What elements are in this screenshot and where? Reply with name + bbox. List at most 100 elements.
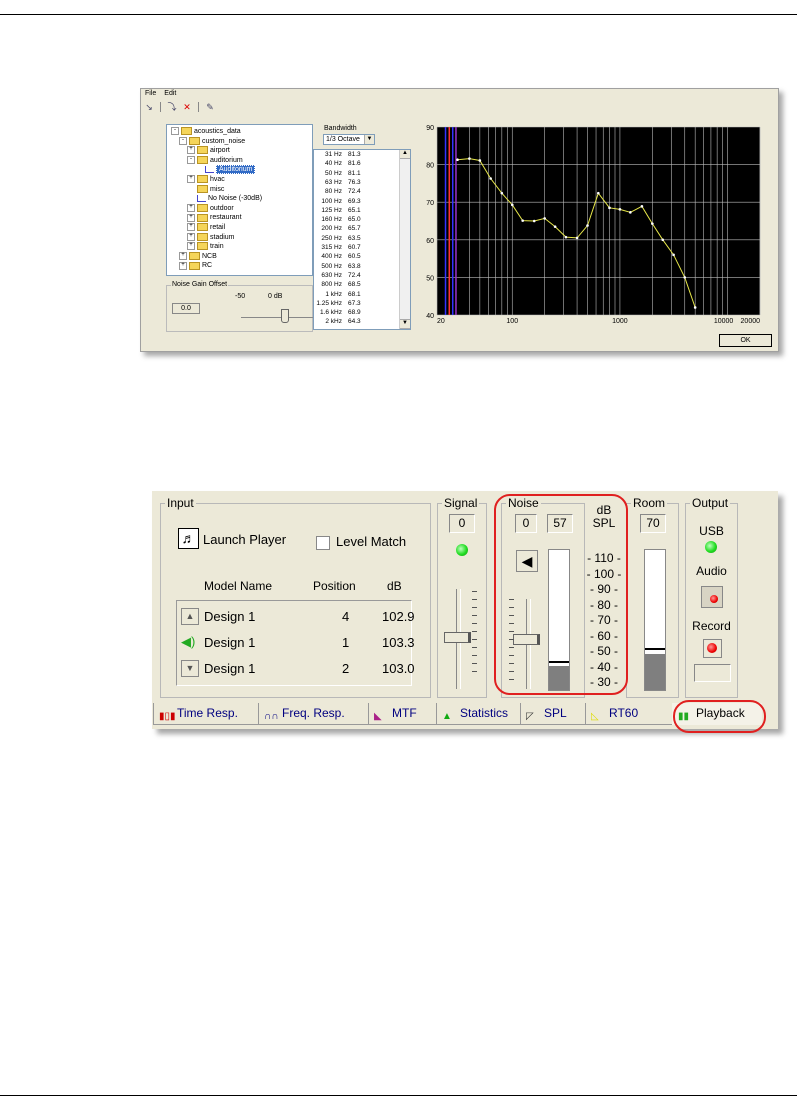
expand-icon[interactable]: + bbox=[179, 251, 187, 260]
list-item[interactable]: 200 Hz 65.7 bbox=[314, 225, 398, 233]
band-level[interactable]: 72.4 bbox=[348, 188, 378, 196]
table-row[interactable]: ▼ Design 1 2 103.0 bbox=[177, 659, 415, 679]
tree-node[interactable]: + hvac bbox=[187, 175, 225, 184]
tree-node[interactable]: + RC bbox=[179, 261, 212, 270]
band-level[interactable]: 81.1 bbox=[348, 170, 378, 178]
expand-icon[interactable]: + bbox=[187, 213, 195, 222]
signal-slider-thumb[interactable] bbox=[444, 632, 471, 643]
tab-rt60[interactable]: ◺ RT60 bbox=[585, 703, 673, 725]
tab-freq-resp[interactable]: ∩∩ Freq. Resp. bbox=[258, 703, 369, 725]
tree-node[interactable]: + retail bbox=[187, 223, 225, 232]
tree-node[interactable]: misc bbox=[187, 184, 224, 194]
expand-icon[interactable]: + bbox=[187, 223, 195, 232]
band-level[interactable]: 69.3 bbox=[348, 198, 378, 206]
edit-icon[interactable]: ✎ bbox=[204, 102, 216, 113]
band-level[interactable]: 68.1 bbox=[348, 291, 378, 299]
up-arrow-icon[interactable]: ▲ bbox=[181, 608, 199, 625]
tab-time-resp[interactable]: ▮▯▮Time Resp. bbox=[153, 703, 259, 725]
list-item[interactable]: 63 Hz 76.3 bbox=[314, 179, 398, 187]
collapse-icon[interactable]: - bbox=[179, 136, 187, 145]
list-item[interactable]: 315 Hz 60.7 bbox=[314, 244, 398, 252]
noise-gain-value[interactable]: 0.0 bbox=[172, 303, 200, 314]
launch-player-button[interactable]: ♬ bbox=[178, 528, 199, 549]
band-level[interactable]: 67.3 bbox=[348, 300, 378, 308]
launch-player-label[interactable]: Launch Player bbox=[203, 532, 286, 547]
list-item[interactable]: 500 Hz 63.8 bbox=[314, 263, 398, 271]
list-item[interactable]: 31 Hz 81.3 bbox=[314, 151, 398, 159]
tab-spl[interactable]: ◸ SPL bbox=[520, 703, 586, 725]
tree-node[interactable]: Auditorium bbox=[195, 165, 256, 175]
new-curve-icon[interactable]: ↘ bbox=[143, 102, 155, 113]
band-level[interactable]: 65.1 bbox=[348, 207, 378, 215]
list-item[interactable]: 2 kHz 64.3 bbox=[314, 318, 398, 326]
bandwidth-select[interactable]: 1/3 Octave ▼ bbox=[323, 134, 375, 145]
band-level[interactable]: 64.3 bbox=[348, 318, 378, 326]
list-item[interactable]: 630 Hz 72.4 bbox=[314, 272, 398, 280]
record-button[interactable] bbox=[703, 639, 722, 658]
expand-icon[interactable]: + bbox=[187, 175, 195, 184]
tree-node[interactable]: No Noise (-30dB) bbox=[187, 194, 262, 203]
add-curve-icon[interactable]: ⤵ bbox=[166, 102, 178, 113]
tree-node[interactable]: + airport bbox=[187, 146, 230, 155]
list-item[interactable]: 80 Hz 72.4 bbox=[314, 188, 398, 196]
band-level[interactable]: 60.5 bbox=[348, 253, 378, 261]
list-item[interactable]: 40 Hz 81.6 bbox=[314, 160, 398, 168]
expand-icon[interactable]: + bbox=[187, 242, 195, 251]
band-level[interactable]: 81.3 bbox=[348, 151, 378, 159]
band-level[interactable]: 68.5 bbox=[348, 281, 378, 289]
band-level-list[interactable]: ▲ ▼ 31 Hz 81.3 40 Hz 81.6 50 Hz 81.1 63 Hz 76.3 8… bbox=[313, 149, 411, 330]
level-match-label[interactable]: Level Match bbox=[336, 534, 406, 549]
collapse-icon[interactable]: - bbox=[187, 155, 195, 164]
menu-file[interactable]: File bbox=[145, 90, 156, 97]
expand-icon[interactable]: + bbox=[179, 261, 187, 270]
list-item[interactable]: 50 Hz 81.1 bbox=[314, 170, 398, 178]
tab-mtf[interactable]: ◣ MTF bbox=[368, 703, 437, 725]
list-item[interactable]: 250 Hz 63.5 bbox=[314, 235, 398, 243]
expand-icon[interactable]: + bbox=[187, 203, 195, 212]
expand-icon[interactable]: + bbox=[187, 232, 195, 241]
tree-node[interactable]: + outdoor bbox=[187, 203, 234, 213]
noise-gain-slider-thumb[interactable] bbox=[281, 309, 289, 323]
table-row[interactable]: ▲ Design 1 4 102.9 bbox=[177, 607, 415, 627]
menu-edit[interactable]: Edit bbox=[164, 90, 176, 97]
audio-output-button[interactable] bbox=[701, 586, 723, 608]
band-level[interactable]: 72.4 bbox=[348, 272, 378, 280]
tree-node[interactable]: - custom_noise bbox=[179, 136, 245, 146]
scrollbar[interactable]: ▲ ▼ bbox=[399, 150, 410, 329]
tree-node[interactable]: + restaurant bbox=[187, 213, 242, 222]
table-row[interactable]: ◀) Design 1 1 103.3 bbox=[177, 633, 415, 653]
speaker-icon[interactable]: ◀) bbox=[181, 633, 199, 651]
list-item[interactable]: 100 Hz 69.3 bbox=[314, 198, 398, 206]
list-item[interactable]: 1.25 kHz 67.3 bbox=[314, 300, 398, 308]
level-match-checkbox[interactable] bbox=[316, 536, 330, 550]
scroll-up-icon[interactable]: ▲ bbox=[400, 150, 410, 159]
expand-icon[interactable]: + bbox=[187, 146, 195, 155]
list-item[interactable]: 1 kHz 68.1 bbox=[314, 291, 398, 299]
band-level[interactable]: 76.3 bbox=[348, 179, 378, 187]
band-level[interactable]: 65.7 bbox=[348, 225, 378, 233]
band-level[interactable]: 63.8 bbox=[348, 263, 378, 271]
list-item[interactable]: 400 Hz 60.5 bbox=[314, 253, 398, 261]
chevron-down-icon[interactable]: ▼ bbox=[364, 135, 374, 144]
scroll-down-icon[interactable]: ▼ bbox=[400, 319, 410, 329]
ok-button[interactable]: OK bbox=[719, 334, 772, 347]
tree-node[interactable]: - auditorium bbox=[187, 155, 243, 165]
tree-node[interactable]: + train bbox=[187, 242, 224, 251]
tree-node[interactable]: - acoustics_data bbox=[171, 127, 241, 136]
band-level[interactable]: 68.9 bbox=[348, 309, 378, 317]
noise-file-tree[interactable]: - acoustics_data - custom_noise + airport - aud… bbox=[166, 124, 313, 276]
band-level[interactable]: 65.0 bbox=[348, 216, 378, 224]
list-item[interactable]: 1.6 kHz 68.9 bbox=[314, 309, 398, 317]
list-item[interactable]: 160 Hz 65.0 bbox=[314, 216, 398, 224]
band-level[interactable]: 60.7 bbox=[348, 244, 378, 252]
band-level[interactable]: 63.5 bbox=[348, 235, 378, 243]
tree-node[interactable]: + stadium bbox=[187, 232, 235, 242]
band-level[interactable]: 81.6 bbox=[348, 160, 378, 168]
tree-node[interactable]: + NCB bbox=[179, 251, 217, 261]
list-item[interactable]: 125 Hz 65.1 bbox=[314, 207, 398, 215]
down-arrow-icon[interactable]: ▼ bbox=[181, 660, 199, 677]
delete-icon[interactable]: ✕ bbox=[181, 102, 193, 113]
tab-statistics[interactable]: ▲ Statistics bbox=[436, 703, 521, 725]
list-item[interactable]: 800 Hz 68.5 bbox=[314, 281, 398, 289]
collapse-icon[interactable]: - bbox=[171, 127, 179, 136]
